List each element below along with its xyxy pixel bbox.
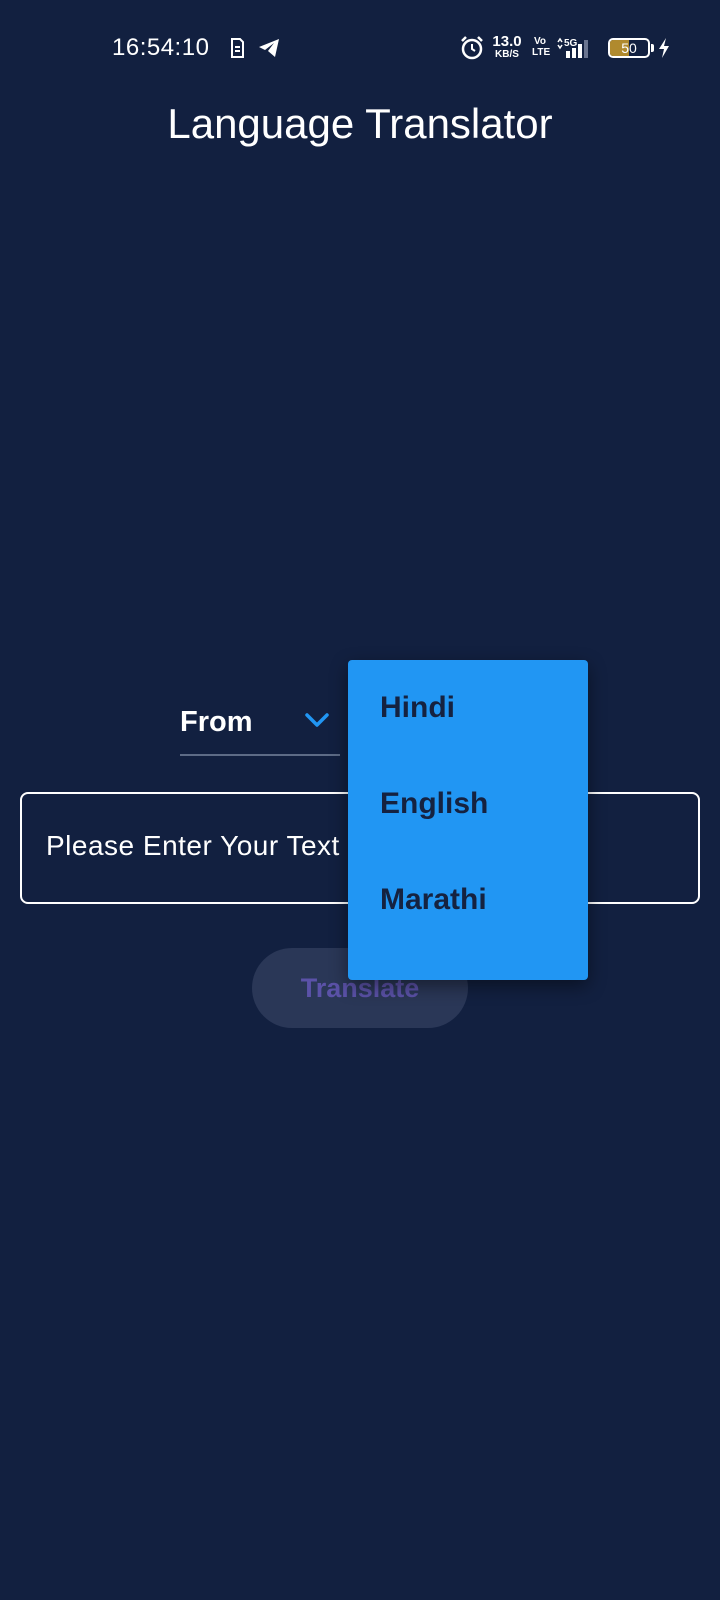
svg-text:5G: 5G <box>564 38 578 49</box>
network-speed: 13.0 KB/S <box>490 34 524 60</box>
menu-item-marathi[interactable]: Marathi <box>348 852 588 948</box>
from-label: From <box>180 706 253 738</box>
battery-tip <box>651 44 654 52</box>
volte-top: Vo <box>533 36 547 47</box>
battery-level: 50 <box>621 40 637 56</box>
5g-signal-icon: 5G <box>557 37 588 58</box>
menu-item-hindi[interactable]: Hindi <box>348 660 588 756</box>
status-bar: 16:54:10 13.0 KB/S Vo LTE 5G 50 <box>0 0 720 96</box>
alarm-icon <box>461 36 483 60</box>
charging-bolt-icon <box>659 38 669 58</box>
menu-item-english[interactable]: English <box>348 756 588 852</box>
status-clock: 16:54:10 <box>112 34 210 61</box>
volte-indicator: Vo LTE <box>532 36 551 58</box>
chevron-down-icon <box>305 713 329 727</box>
page-title: Language Translator <box>167 100 553 147</box>
network-speed-value: 13.0 <box>492 33 522 50</box>
volte-bottom: LTE <box>532 47 551 58</box>
network-speed-unit: KB/S <box>495 49 519 60</box>
screen: 16:54:10 13.0 KB/S Vo LTE 5G 50 Language… <box>0 0 720 1600</box>
language-popup-menu: Hindi English Marathi <box>348 660 588 980</box>
sim-card-icon <box>231 38 244 58</box>
battery-icon: 50 <box>608 38 650 58</box>
telegram-icon <box>259 39 279 57</box>
from-language-dropdown[interactable]: From <box>180 694 340 756</box>
